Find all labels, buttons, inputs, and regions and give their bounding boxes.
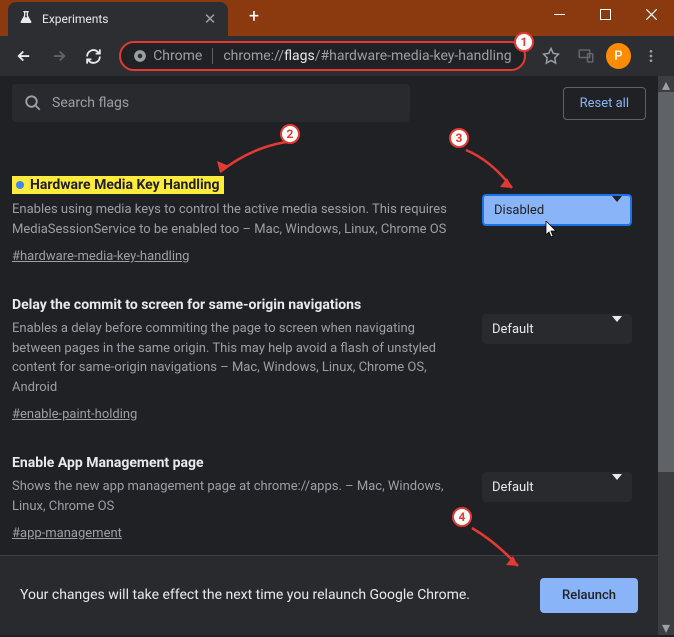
relaunch-button[interactable]: Relaunch — [540, 578, 638, 613]
scroll-up-button[interactable]: ▴ — [658, 76, 674, 92]
address-bar[interactable]: Chrome chrome://flags/#hardware-media-ke… — [119, 41, 525, 71]
titlebar: Experiments ✕ + — [0, 0, 674, 36]
site-identity[interactable]: Chrome — [133, 48, 213, 64]
scroll-down-button[interactable]: ▾ — [658, 619, 674, 635]
devices-icon[interactable] — [571, 40, 602, 72]
maximize-button[interactable] — [582, 0, 628, 28]
profile-avatar[interactable]: P — [606, 43, 631, 69]
mouse-cursor — [545, 221, 559, 243]
url-text: chrome://flags/#hardware-media-key-handl… — [213, 48, 511, 64]
flag-description: Enables using media keys to control the … — [12, 200, 462, 239]
flag-anchor-link[interactable]: #enable-paint-holding — [12, 407, 137, 422]
flag-paint-holding: Delay the commit to screen for same-orig… — [12, 294, 646, 422]
flask-icon — [18, 11, 34, 27]
bookmark-icon[interactable] — [536, 40, 567, 72]
menu-icon[interactable] — [635, 40, 666, 72]
flag-description: Enables a delay before commiting the pag… — [12, 319, 462, 397]
new-tab-button[interactable]: + — [240, 2, 268, 30]
browser-tab[interactable]: Experiments ✕ — [8, 2, 228, 36]
window-controls — [536, 0, 674, 30]
flag-anchor-link[interactable]: #app-management — [12, 526, 122, 541]
flag-title: Delay the commit to screen for same-orig… — [12, 297, 361, 313]
scroll-thumb[interactable] — [658, 92, 674, 472]
relaunch-bar: Your changes will take effect the next t… — [0, 555, 658, 635]
scrollbar[interactable]: ▴ ▾ — [658, 76, 674, 635]
close-window-button[interactable] — [628, 0, 674, 28]
flag-title: Enable App Management page — [12, 455, 204, 471]
forward-button[interactable] — [43, 40, 74, 72]
flag-hardware-media-key: Hardware Media Key Handling Enables usin… — [12, 174, 646, 264]
flag-title: Hardware Media Key Handling — [12, 176, 224, 194]
tab-title: Experiments — [42, 12, 202, 26]
relaunch-message: Your changes will take effect the next t… — [20, 586, 520, 606]
minimize-button[interactable] — [536, 0, 582, 28]
page-content: Reset all Hardware Media Key Handling En… — [0, 76, 658, 635]
flag-description: Shows the new app management page at chr… — [12, 477, 462, 516]
reset-all-button[interactable]: Reset all — [563, 87, 646, 120]
search-input[interactable] — [52, 95, 398, 111]
chrome-icon — [133, 49, 147, 63]
search-flags[interactable] — [12, 84, 410, 122]
reload-button[interactable] — [78, 40, 109, 72]
back-button[interactable] — [8, 40, 39, 72]
flag-dropdown[interactable]: Default — [482, 472, 632, 502]
flag-app-management: Enable App Management page Shows the new… — [12, 452, 646, 541]
flag-anchor-link[interactable]: #hardware-media-key-handling — [12, 249, 189, 264]
close-tab-icon[interactable]: ✕ — [202, 11, 218, 27]
search-icon — [24, 94, 42, 112]
toolbar: Chrome chrome://flags/#hardware-media-ke… — [0, 36, 674, 76]
secure-label: Chrome — [153, 48, 202, 64]
flag-dropdown[interactable]: Default — [482, 314, 632, 344]
